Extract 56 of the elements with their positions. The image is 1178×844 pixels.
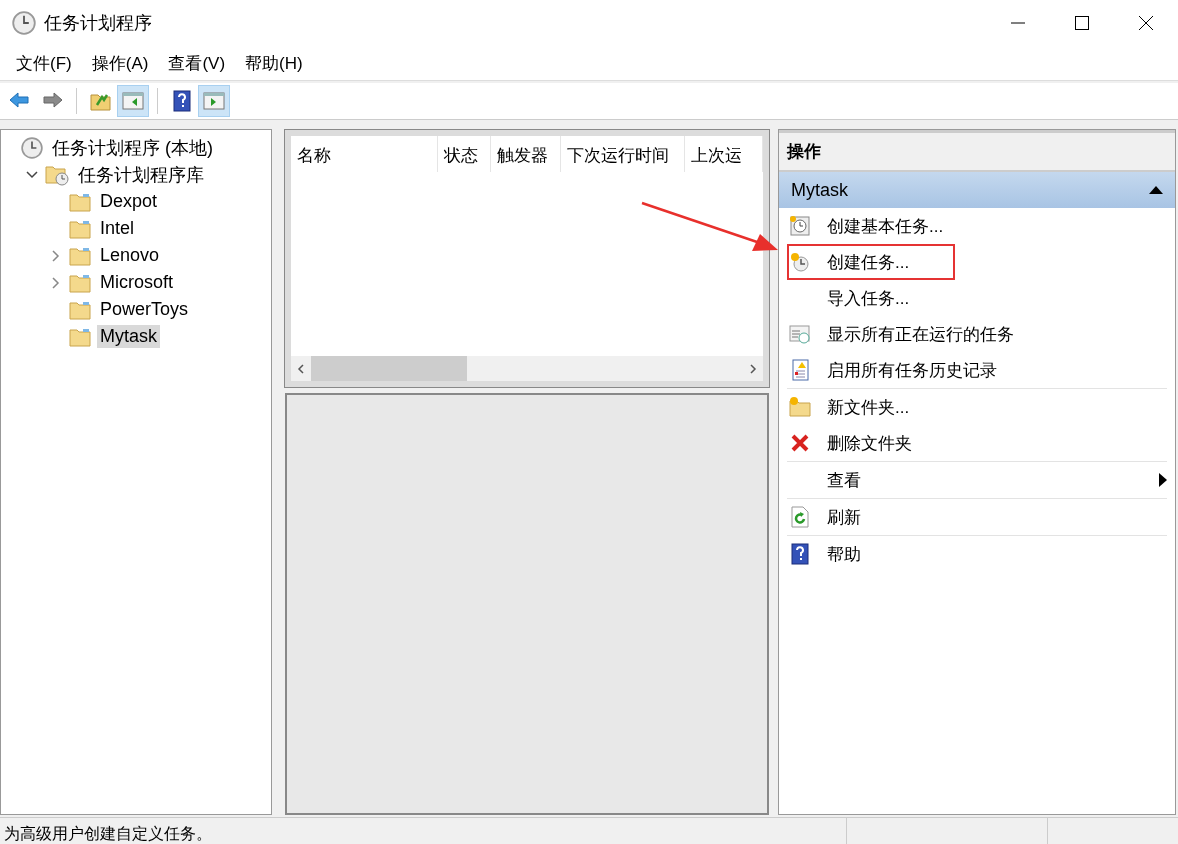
action-item[interactable]: 帮助 [787, 535, 1167, 572]
action-item[interactable]: 删除文件夹 [787, 425, 1167, 461]
action-item[interactable]: 启用所有任务历史记录 [787, 352, 1167, 388]
column-header[interactable]: 下次运行时间 [561, 136, 685, 172]
folder-icon [69, 272, 91, 293]
action-item[interactable]: 创建基本任务... [787, 208, 1167, 244]
chevron-right-icon[interactable] [52, 276, 60, 289]
tree-item[interactable]: Intel [97, 217, 138, 240]
submenu-arrow-icon [1159, 473, 1167, 487]
task-clock-icon [789, 215, 811, 237]
pane-toggle-icon [202, 89, 226, 113]
column-header[interactable]: 触发器 [490, 136, 562, 172]
action-item[interactable]: 导入任务... [787, 280, 1167, 316]
column-header[interactable]: 状态 [437, 136, 491, 172]
tree-item[interactable]: Microsoft [97, 271, 176, 294]
menu-item[interactable]: 帮助(H) [235, 47, 313, 79]
folder-icon [69, 245, 91, 266]
folder-icon [69, 218, 91, 239]
log-book-icon [789, 359, 811, 381]
folder-icon [69, 326, 91, 347]
task-list-icon [789, 323, 811, 345]
panel-heading: 操作 [779, 130, 1175, 172]
horizontal-scrollbar[interactable] [291, 356, 763, 381]
help-icon [170, 89, 194, 113]
tree-item[interactable]: 任务计划程序 (本地) [49, 134, 216, 161]
clock-icon [12, 11, 36, 35]
tree-item[interactable]: Dexpot [97, 190, 161, 213]
menu-item[interactable]: 文件(F) [6, 47, 82, 79]
action-item[interactable]: 刷新 [787, 498, 1167, 535]
new-folder-icon [789, 396, 811, 418]
delete-x-icon [789, 432, 811, 454]
action-item[interactable]: 新文件夹... [787, 388, 1167, 425]
column-header[interactable]: 上次运 [684, 136, 763, 172]
action-item[interactable]: 显示所有正在运行的任务 [787, 316, 1167, 352]
window-title: 任务计划程序 [44, 12, 153, 35]
action-item[interactable]: 查看 [787, 461, 1167, 498]
pane-toggle-icon [121, 89, 145, 113]
status-text: 为高级用户创建自定义任务。 [3, 824, 213, 844]
chevron-right-icon[interactable] [52, 249, 60, 262]
chevron-down-icon[interactable] [26, 170, 38, 179]
refresh-icon [789, 506, 811, 528]
clock-icon [21, 136, 43, 159]
menu-item[interactable]: 操作(A) [81, 47, 159, 79]
tree-item[interactable]: PowerToys [97, 298, 192, 321]
action-item[interactable]: 创建任务... [787, 244, 955, 280]
folder-clock-icon [45, 163, 69, 186]
section-header[interactable]: Mytask [779, 172, 1175, 208]
folder-icon [69, 299, 91, 320]
column-header[interactable]: 名称 [291, 136, 438, 172]
help-icon [789, 543, 811, 565]
folder-icon [69, 191, 91, 212]
tree-item[interactable]: Lenovo [97, 244, 163, 267]
tree-item[interactable]: Mytask [97, 325, 160, 348]
tree-item[interactable]: 任务计划程序库 [75, 161, 207, 188]
task-clock-icon [789, 251, 811, 273]
menu-item[interactable]: 查看(V) [158, 47, 236, 79]
